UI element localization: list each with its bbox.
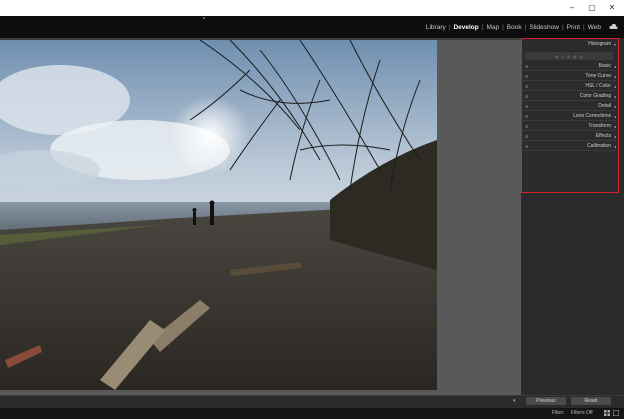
- previous-button[interactable]: Previous: [526, 397, 566, 405]
- toolbar-expand-icon[interactable]: ▾: [513, 398, 516, 404]
- module-web[interactable]: Web: [585, 24, 604, 31]
- reset-button[interactable]: Reset: [571, 397, 611, 405]
- module-slideshow[interactable]: Slideshow: [526, 24, 562, 31]
- grid-view-icon[interactable]: [604, 410, 610, 416]
- minimize-icon[interactable]: –: [564, 0, 580, 16]
- module-library[interactable]: Library: [423, 24, 449, 31]
- panel-highlight-box: [521, 38, 619, 193]
- module-picker: Library | Develop | Map | Book | Slidesh…: [423, 16, 604, 38]
- photo-preview[interactable]: [0, 40, 437, 390]
- module-book[interactable]: Book: [504, 24, 525, 31]
- window-titlebar: – ▢ ✕: [0, 0, 624, 16]
- maximize-icon[interactable]: ▢: [584, 0, 600, 16]
- filter-select[interactable]: Filters Off: [571, 408, 593, 418]
- close-icon[interactable]: ✕: [604, 0, 620, 16]
- filmstrip-toggle-icon[interactable]: [613, 410, 619, 416]
- filmstrip-header: [0, 408, 624, 419]
- cloud-icon[interactable]: [609, 23, 618, 29]
- module-map[interactable]: Map: [483, 24, 502, 31]
- module-print[interactable]: Print: [564, 24, 583, 31]
- filter-label: Filter:: [552, 410, 565, 416]
- module-develop[interactable]: Develop: [450, 24, 481, 31]
